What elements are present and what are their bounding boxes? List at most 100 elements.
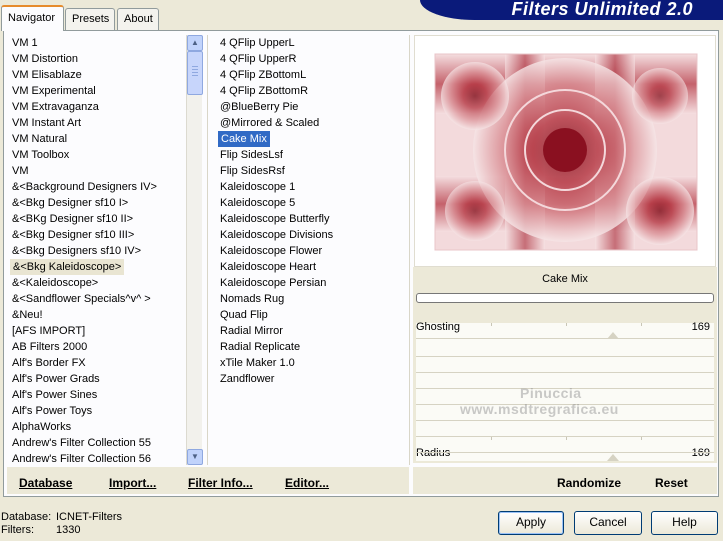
import-button[interactable]: Import...: [109, 476, 156, 490]
filter-item[interactable]: Nomads Rug: [218, 291, 408, 307]
filter-item[interactable]: Kaleidoscope 1: [218, 179, 408, 195]
filter-item-label: Zandflower: [220, 373, 275, 385]
category-item[interactable]: &Neu!: [10, 307, 186, 323]
category-item[interactable]: &<Bkg Kaleidoscope>: [10, 259, 186, 275]
watermark-text: www.msdtregrafica.eu: [460, 401, 619, 417]
filter-list[interactable]: 4 QFlip UpperL 4 QFlip UpperR 4 QFlip ZBot…: [218, 35, 408, 465]
filter-item[interactable]: Kaleidoscope Flower: [218, 243, 408, 259]
category-item[interactable]: VM Natural: [10, 131, 186, 147]
slider-radius[interactable]: [416, 437, 714, 453]
filter-item[interactable]: Cake Mix: [218, 131, 408, 147]
category-item-label: VM 1: [12, 37, 38, 49]
category-item[interactable]: &<Background Designers IV>: [10, 179, 186, 195]
category-item-label: Alf's Power Toys: [12, 405, 93, 417]
filter-item[interactable]: Radial Mirror: [218, 323, 408, 339]
category-item-label: AB Filters 2000: [12, 341, 88, 353]
filter-item[interactable]: Kaleidoscope 5: [218, 195, 408, 211]
slider-row: [416, 341, 714, 357]
filter-item-label: Flip SidesLsf: [220, 149, 283, 161]
category-scrollbar[interactable]: ▲ ▼: [186, 35, 203, 465]
filter-item[interactable]: Kaleidoscope Divisions: [218, 227, 408, 243]
category-item[interactable]: AB Filters 2000: [10, 339, 186, 355]
category-item-label: &<Bkg Designers sf10 IV>: [12, 245, 142, 257]
reset-button[interactable]: Reset: [655, 476, 688, 490]
category-item[interactable]: VM: [10, 163, 186, 179]
category-list[interactable]: VM 1 VM Distortion VM Elisablaze VM Experim…: [10, 35, 186, 465]
category-item[interactable]: &<Kaleidoscope>: [10, 275, 186, 291]
category-item[interactable]: Alf's Power Grads: [10, 371, 186, 387]
category-item-label: &<Bkg Designer sf10 I>: [12, 197, 129, 209]
category-item-label: VM Experimental: [12, 85, 96, 97]
filter-item-label: 4 QFlip ZBottomR: [220, 85, 309, 97]
category-item[interactable]: VM 1: [10, 35, 186, 51]
app-title: Filters Unlimited 2.0: [511, 0, 693, 19]
filter-item[interactable]: 4 QFlip ZBottomR: [218, 83, 408, 99]
tab-about[interactable]: About: [117, 8, 159, 30]
filter-item[interactable]: Flip SidesRsf: [218, 163, 408, 179]
scroll-up-arrow-icon[interactable]: ▲: [187, 35, 203, 51]
tab-presets[interactable]: Presets: [65, 8, 115, 30]
filters-count: 1330: [56, 524, 81, 536]
category-item[interactable]: VM Toolbox: [10, 147, 186, 163]
filter-item[interactable]: 4 QFlip UpperL: [218, 35, 408, 51]
filter-item[interactable]: 4 QFlip UpperR: [218, 51, 408, 67]
scroll-down-arrow-icon[interactable]: ▼: [187, 449, 203, 465]
slider-area: Ghosting 169 Pinuccia www.msdtregrafica.…: [416, 321, 714, 461]
editor-button[interactable]: Editor...: [285, 476, 329, 490]
filter-item[interactable]: @BlueBerry Pie: [218, 99, 408, 115]
scroll-thumb[interactable]: [187, 51, 203, 95]
category-item[interactable]: VM Experimental: [10, 83, 186, 99]
filter-item[interactable]: 4 QFlip ZBottomL: [218, 67, 408, 83]
filter-item-label: @BlueBerry Pie: [220, 101, 299, 113]
filter-item-label: Kaleidoscope 1: [220, 181, 296, 193]
filter-item[interactable]: Zandflower: [218, 371, 408, 387]
filter-item[interactable]: xTile Maker 1.0: [218, 355, 408, 371]
filter-item[interactable]: Radial Replicate: [218, 339, 408, 355]
category-item[interactable]: VM Elisablaze: [10, 67, 186, 83]
category-item[interactable]: Andrew's Filter Collection 56: [10, 451, 186, 465]
filter-item[interactable]: Kaleidoscope Persian: [218, 275, 408, 291]
filter-info-button[interactable]: Filter Info...: [188, 476, 253, 490]
category-item-label: VM Distortion: [12, 53, 79, 65]
category-item-label: &<Bkg Kaleidoscope>: [10, 259, 125, 275]
category-item[interactable]: AlphaWorks: [10, 419, 186, 435]
filter-item[interactable]: Kaleidoscope Heart: [218, 259, 408, 275]
database-label: Database:: [1, 511, 52, 523]
apply-button[interactable]: Apply: [498, 511, 564, 535]
category-item-label: VM Instant Art: [12, 117, 82, 129]
category-item[interactable]: VM Instant Art: [10, 115, 186, 131]
randomize-button[interactable]: Randomize: [557, 476, 621, 490]
category-item[interactable]: &<Sandflower Specials^v^ >: [10, 291, 186, 307]
tab-navigator[interactable]: Navigator: [1, 5, 64, 31]
category-item[interactable]: Alf's Border FX: [10, 355, 186, 371]
preview-image: [414, 35, 716, 267]
cancel-button[interactable]: Cancel: [574, 511, 642, 535]
category-item[interactable]: Andrew's Filter Collection 55: [10, 435, 186, 451]
category-item[interactable]: Alf's Power Toys: [10, 403, 186, 419]
category-item-label: &<Background Designers IV>: [12, 181, 157, 193]
category-item[interactable]: VM Distortion: [10, 51, 186, 67]
filter-item-label: Kaleidoscope Divisions: [220, 229, 334, 241]
filter-item[interactable]: Flip SidesLsf: [218, 147, 408, 163]
category-item[interactable]: &<Bkg Designer sf10 III>: [10, 227, 186, 243]
filter-item[interactable]: Quad Flip: [218, 307, 408, 323]
category-item-label: &<BKg Designer sf10 II>: [12, 213, 134, 225]
category-item[interactable]: &<Bkg Designer sf10 I>: [10, 195, 186, 211]
filter-item-label: Kaleidoscope Heart: [220, 261, 317, 273]
slider-thumb-radius[interactable]: [607, 454, 619, 461]
slider-ghosting[interactable]: [416, 323, 714, 339]
category-item[interactable]: Alf's Power Sines: [10, 387, 186, 403]
database-button[interactable]: Database: [19, 476, 72, 490]
filter-item-label: 4 QFlip UpperR: [220, 53, 297, 65]
slider-thumb-ghosting[interactable]: [607, 332, 619, 339]
category-item[interactable]: [AFS IMPORT]: [10, 323, 186, 339]
filter-item[interactable]: Kaleidoscope Butterfly: [218, 211, 408, 227]
category-item[interactable]: &<BKg Designer sf10 II>: [10, 211, 186, 227]
category-item[interactable]: &<Bkg Designers sf10 IV>: [10, 243, 186, 259]
category-item-label: VM Extravaganza: [12, 101, 99, 113]
category-item[interactable]: VM Extravaganza: [10, 99, 186, 115]
filter-item[interactable]: @Mirrored & Scaled: [218, 115, 408, 131]
list-divider: [409, 35, 410, 465]
category-item-label: Alf's Border FX: [12, 357, 86, 369]
help-button[interactable]: Help: [651, 511, 718, 535]
